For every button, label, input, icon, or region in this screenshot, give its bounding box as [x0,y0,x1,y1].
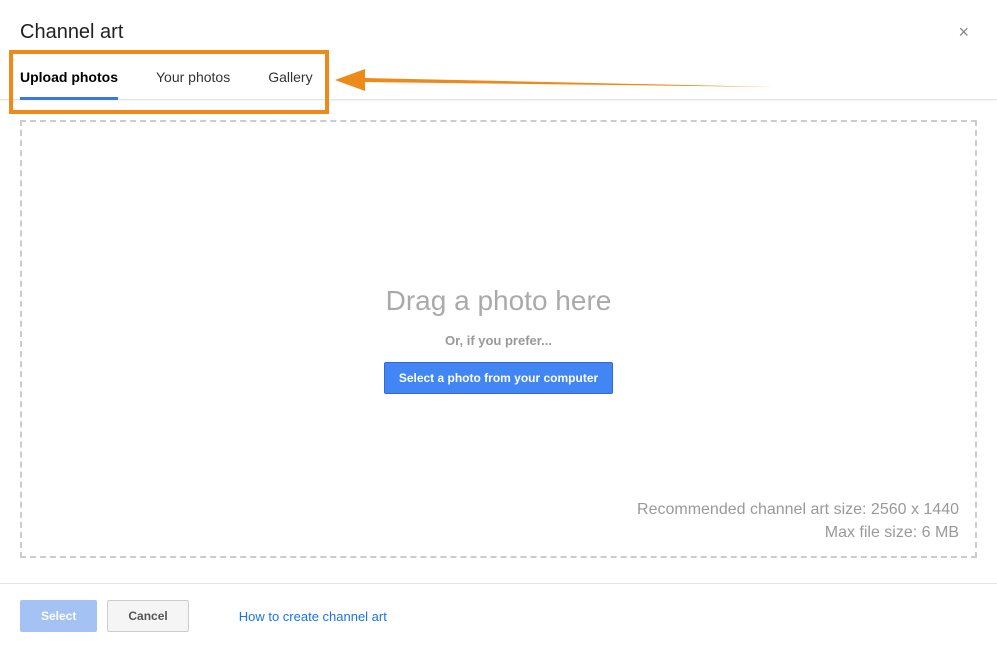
tabs-bar: Upload photos Your photos Gallery [0,55,997,100]
help-link[interactable]: How to create channel art [239,609,387,624]
tab-gallery[interactable]: Gallery [268,55,330,99]
or-divider-text: Or, if you prefer... [445,333,552,348]
max-filesize-text: Max file size: 6 MB [637,522,959,544]
select-photo-button[interactable]: Select a photo from your computer [384,362,613,394]
recommended-size-text: Recommended channel art size: 2560 x 144… [637,499,959,521]
select-button[interactable]: Select [20,600,97,632]
dialog-footer: Select Cancel How to create channel art [0,583,997,648]
dropzone-info: Recommended channel art size: 2560 x 144… [637,499,959,544]
tab-your-photos[interactable]: Your photos [156,55,248,99]
dialog-title: Channel art [20,21,123,44]
content-area: Drag a photo here Or, if you prefer... S… [0,100,997,578]
dialog-header: Channel art × [0,0,997,55]
cancel-button[interactable]: Cancel [107,600,188,632]
tabs-container: Upload photos Your photos Gallery [0,55,997,100]
drag-instruction-text: Drag a photo here [386,285,612,317]
upload-dropzone[interactable]: Drag a photo here Or, if you prefer... S… [20,120,977,558]
tab-upload-photos[interactable]: Upload photos [20,55,136,99]
close-button[interactable]: × [950,18,977,47]
